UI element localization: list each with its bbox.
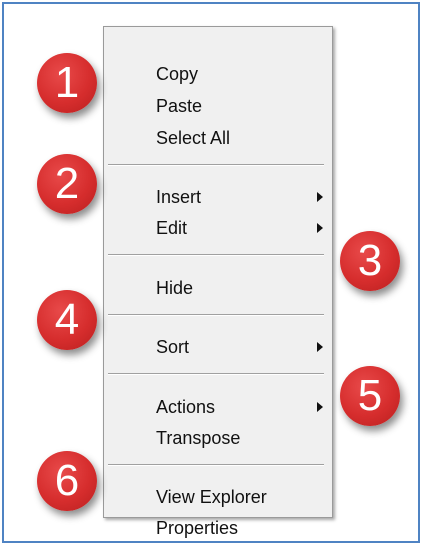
menu-item-actions[interactable]: Actions (104, 392, 332, 422)
submenu-arrow-icon (317, 402, 323, 412)
menu-separator (108, 164, 324, 166)
menu-separator (108, 314, 324, 316)
menu-separator (108, 373, 324, 375)
menu-item-select-all[interactable]: Select All (104, 123, 332, 153)
callout-badge-2: 2 (37, 154, 97, 214)
menu-item-sort[interactable]: Sort (104, 332, 332, 362)
menu-item-label: Sort (156, 337, 190, 357)
menu-item-label: Hide (156, 278, 194, 298)
menu-item-label: Paste (156, 96, 203, 116)
callout-badge-5: 5 (340, 366, 400, 426)
menu-item-copy[interactable]: Copy (104, 59, 332, 89)
menu-item-label: Transpose (156, 428, 241, 448)
submenu-arrow-icon (317, 342, 323, 352)
menu-item-transpose[interactable]: Transpose (104, 423, 332, 453)
menu-item-properties[interactable]: Properties (104, 513, 332, 543)
menu-item-insert[interactable]: Insert (104, 182, 332, 212)
menu-item-label: Copy (156, 64, 199, 84)
menu-item-hide[interactable]: Hide (104, 273, 332, 303)
menu-separator (108, 254, 324, 256)
menu-item-label: Properties (156, 518, 239, 538)
menu-item-paste[interactable]: Paste (104, 91, 332, 121)
menu-item-label: View Explorer (156, 487, 267, 507)
submenu-arrow-icon (317, 192, 323, 202)
submenu-arrow-icon (317, 223, 323, 233)
callout-badge-4: 4 (37, 290, 97, 350)
menu-item-label: Select All (156, 128, 231, 148)
callout-badge-6: 6 (37, 451, 97, 511)
menu-item-edit[interactable]: Edit (104, 213, 332, 243)
callout-badge-3: 3 (340, 231, 400, 291)
callout-badge-1: 1 (37, 53, 97, 113)
menu-item-label: Edit (156, 218, 188, 238)
menu-separator (108, 464, 324, 466)
context-menu: Copy Paste Select All Insert Edit Hide S… (103, 26, 333, 538)
menu-item-view-explorer[interactable]: View Explorer (104, 482, 332, 512)
menu-item-label: Insert (156, 187, 202, 207)
menu-item-label: Actions (156, 397, 216, 417)
